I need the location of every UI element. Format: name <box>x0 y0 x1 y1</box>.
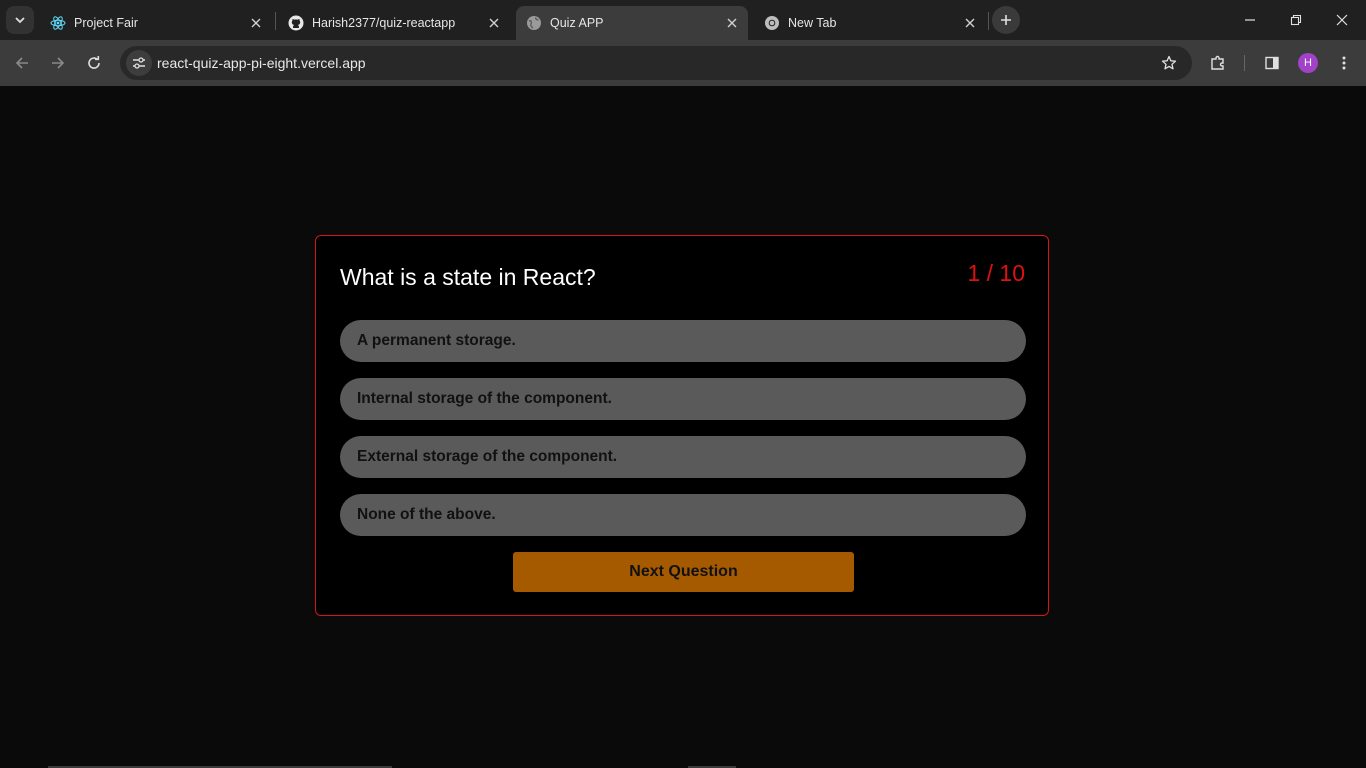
tab-strip: Project Fair Harish2377/quiz-reactapp Qu… <box>0 0 1366 40</box>
question-counter: 1 / 10 <box>967 260 1025 286</box>
restore-icon <box>1290 14 1302 26</box>
restore-button[interactable] <box>1273 6 1319 34</box>
back-button[interactable] <box>8 49 36 77</box>
tab-project-fair[interactable]: Project Fair <box>40 6 272 40</box>
forward-button[interactable] <box>44 49 72 77</box>
menu-button[interactable] <box>1330 49 1358 77</box>
star-icon <box>1161 55 1177 70</box>
side-panel-button[interactable] <box>1258 49 1286 77</box>
browser-toolbar: react-quiz-app-pi-eight.vercel.app H <box>0 40 1366 86</box>
tune-icon <box>133 57 145 69</box>
quiz-card: What is a state in React? 1 / 10 A perma… <box>315 235 1049 616</box>
plus-icon <box>1001 15 1011 25</box>
tab-separator <box>988 12 989 30</box>
question-text: What is a state in React? <box>340 264 596 290</box>
puzzle-icon <box>1211 55 1224 70</box>
address-bar[interactable]: react-quiz-app-pi-eight.vercel.app <box>120 46 1192 80</box>
answer-option[interactable]: External storage of the component. <box>340 436 1026 478</box>
chevron-down-icon <box>15 17 25 24</box>
bookmark-button[interactable] <box>1156 50 1182 76</box>
tab-title: Harish2377/quiz-reactapp <box>312 16 456 30</box>
globe-icon <box>526 15 542 31</box>
minimize-icon <box>1245 19 1255 21</box>
profile-avatar[interactable]: H <box>1298 53 1318 73</box>
tab-title: New Tab <box>788 16 837 30</box>
tab-separator <box>275 12 276 30</box>
chrome-icon <box>764 15 780 31</box>
reload-icon <box>88 56 100 69</box>
tab-title: Quiz APP <box>550 16 604 30</box>
reload-button[interactable] <box>80 49 108 77</box>
tab-title: Project Fair <box>74 16 138 30</box>
close-icon[interactable] <box>724 15 740 31</box>
tab-quiz-app[interactable]: Quiz APP <box>516 6 748 40</box>
url-text: react-quiz-app-pi-eight.vercel.app <box>157 55 366 71</box>
site-info-button[interactable] <box>126 50 152 76</box>
minimize-button[interactable] <box>1227 6 1273 34</box>
close-window-button[interactable] <box>1319 6 1365 34</box>
page-viewport: What is a state in React? 1 / 10 A perma… <box>0 86 1366 768</box>
tab-new-tab[interactable]: New Tab <box>754 6 986 40</box>
arrow-right-icon <box>52 57 65 69</box>
react-icon <box>50 15 66 31</box>
tab-github[interactable]: Harish2377/quiz-reactapp <box>278 6 510 40</box>
answer-option[interactable]: None of the above. <box>340 494 1026 536</box>
github-icon <box>288 15 304 31</box>
close-icon <box>1336 14 1348 26</box>
new-tab-button[interactable] <box>992 6 1020 34</box>
next-question-button[interactable]: Next Question <box>513 552 854 592</box>
extensions-button[interactable] <box>1204 49 1232 77</box>
answer-option[interactable]: Internal storage of the component. <box>340 378 1026 420</box>
toolbar-divider <box>1244 55 1245 71</box>
close-icon[interactable] <box>248 15 264 31</box>
close-icon[interactable] <box>486 15 502 31</box>
side-panel-icon <box>1265 56 1279 70</box>
answer-option[interactable]: A permanent storage. <box>340 320 1026 362</box>
arrow-left-icon <box>15 57 28 69</box>
more-vertical-icon <box>1342 56 1346 70</box>
close-icon[interactable] <box>962 15 978 31</box>
tab-search-button[interactable] <box>6 6 34 34</box>
